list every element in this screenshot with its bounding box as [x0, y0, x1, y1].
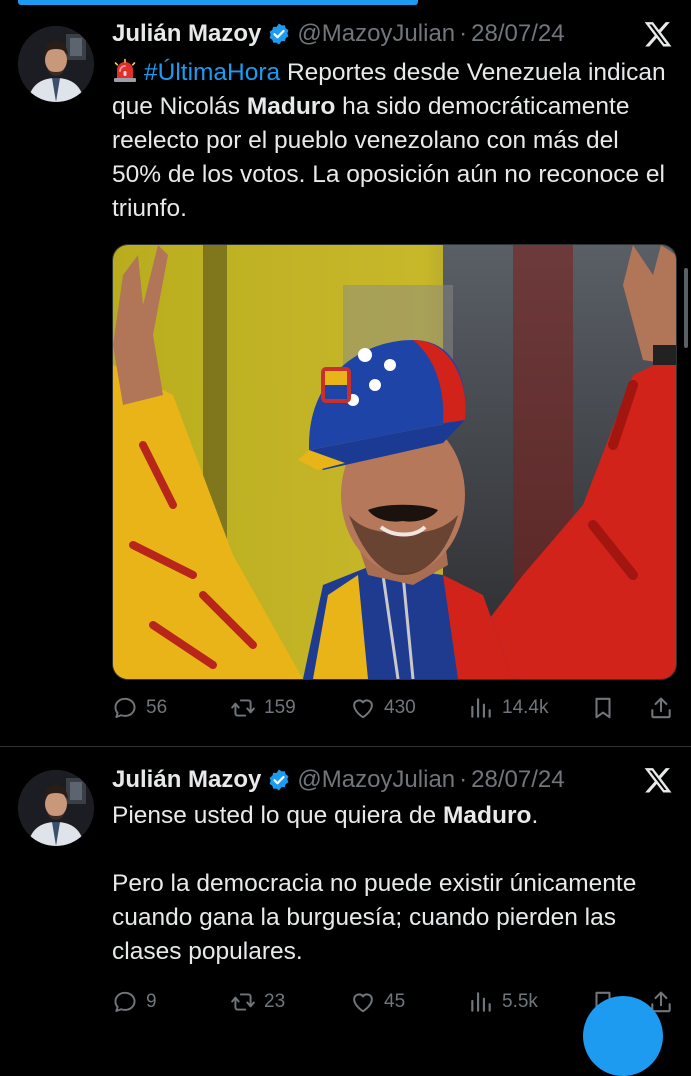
tweet-text-part: .: [531, 802, 539, 829]
bookmark-icon: [590, 695, 616, 721]
like-button[interactable]: 430: [350, 695, 416, 721]
separator-dot: ·: [459, 766, 468, 793]
tweet-header: Julián Mazoy @MazoyJulian · 28/07/24: [112, 762, 673, 798]
tweet-text: Piense usted lo que quiera de Maduro. Pe…: [112, 799, 672, 969]
views-count: 5.5k: [502, 991, 538, 1012]
like-count: 430: [384, 697, 416, 718]
views-button[interactable]: 14.4k: [468, 695, 548, 721]
reply-icon: [112, 695, 138, 721]
tweet-paragraph-2: Pero la democracia no puede existir únic…: [112, 870, 637, 965]
x-logo-icon[interactable]: [643, 19, 673, 49]
avatar[interactable]: [18, 770, 94, 846]
tweet-2[interactable]: Julián Mazoy @MazoyJulian · 28/07/24 Pie…: [0, 747, 691, 1024]
x-logo-icon[interactable]: [643, 765, 673, 795]
verified-badge-icon: [267, 22, 291, 46]
tweet-text: #ÚltimaHora Reportes desde Venezuela ind…: [112, 56, 672, 226]
siren-icon: [112, 58, 138, 84]
retweet-count: 159: [264, 697, 296, 718]
photo-man-in-venezuela-cap-icon: [113, 245, 676, 679]
views-count: 14.4k: [502, 697, 549, 718]
retweet-count: 23: [264, 991, 286, 1012]
tweet-1[interactable]: Julián Mazoy @MazoyJulian · 28/07/24 #Úl…: [0, 0, 691, 747]
reply-icon: [112, 989, 138, 1015]
avatar-photo-icon: [18, 770, 94, 846]
tweet-header: Julián Mazoy @MazoyJulian · 28/07/24: [112, 16, 673, 52]
hashtag-link[interactable]: #ÚltimaHora: [144, 59, 280, 86]
bookmark-button[interactable]: [590, 695, 616, 721]
tweet-text-bold: Maduro: [246, 93, 336, 120]
tweet-text-part: Piense usted lo que quiera de: [112, 802, 443, 829]
views-icon: [468, 989, 494, 1015]
tweet-date[interactable]: 28/07/24: [471, 766, 564, 794]
tweet-actions: 56 159 430 14.4k: [112, 693, 674, 723]
display-name[interactable]: Julián Mazoy: [112, 20, 261, 48]
verified-badge-icon: [267, 768, 291, 792]
separator-dot: ·: [459, 20, 468, 47]
like-icon: [350, 695, 376, 721]
tweet-text-bold: Maduro: [443, 802, 532, 829]
like-button[interactable]: 45: [350, 989, 405, 1015]
tweet-paragraph-1: Piense usted lo que quiera de Maduro.: [112, 799, 672, 833]
reply-button[interactable]: 9: [112, 989, 157, 1015]
reply-button[interactable]: 56: [112, 695, 167, 721]
retweet-button[interactable]: 23: [230, 989, 285, 1015]
retweet-icon: [230, 695, 256, 721]
user-handle[interactable]: @MazoyJulian: [297, 766, 455, 794]
user-handle[interactable]: @MazoyJulian: [297, 20, 455, 48]
avatar[interactable]: [18, 26, 94, 102]
like-icon: [350, 989, 376, 1015]
reply-count: 9: [146, 991, 157, 1012]
share-button[interactable]: [648, 695, 674, 721]
scrollbar[interactable]: [684, 268, 688, 348]
views-button[interactable]: 5.5k: [468, 989, 538, 1015]
views-icon: [468, 695, 494, 721]
retweet-button[interactable]: 159: [230, 695, 296, 721]
like-count: 45: [384, 991, 406, 1012]
tweet-date[interactable]: 28/07/24: [471, 20, 564, 48]
tweet-photo[interactable]: [112, 244, 677, 680]
share-icon: [648, 695, 674, 721]
compose-fab-button[interactable]: [583, 996, 663, 1076]
reply-count: 56: [146, 697, 168, 718]
avatar-photo-icon: [18, 26, 94, 102]
retweet-icon: [230, 989, 256, 1015]
display-name[interactable]: Julián Mazoy: [112, 766, 261, 794]
